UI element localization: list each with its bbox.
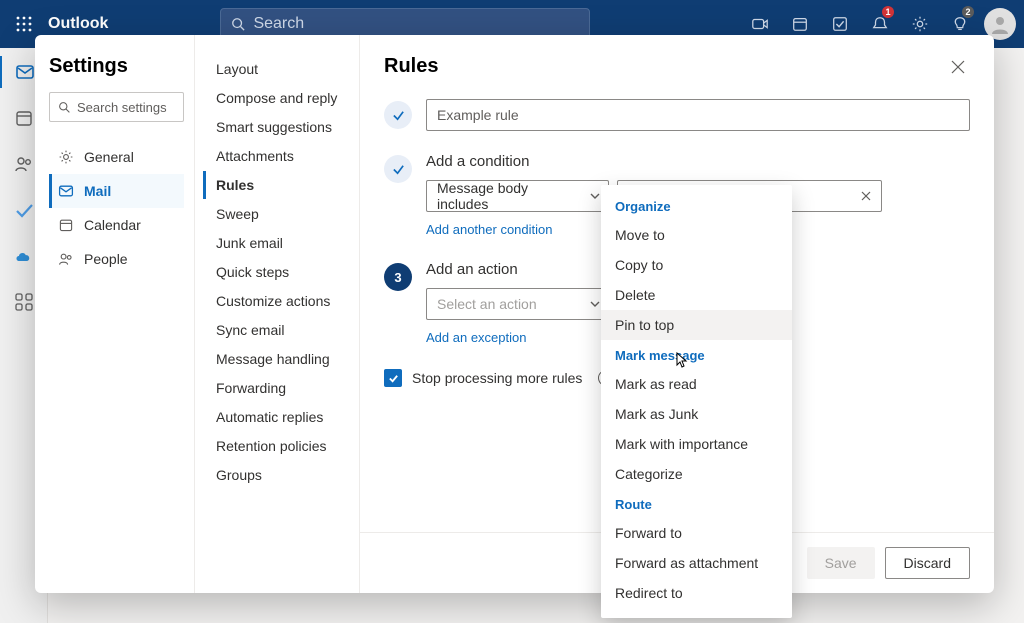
category-calendar[interactable]: Calendar: [49, 208, 184, 242]
step2-check-icon: [384, 155, 412, 183]
step2-title: Add a condition: [426, 153, 970, 170]
add-exception-link[interactable]: Add an exception: [426, 330, 526, 345]
global-search-placeholder: Search: [253, 15, 304, 33]
subsetting-quick-steps[interactable]: Quick steps: [203, 258, 351, 286]
subsetting-customize-actions[interactable]: Customize actions: [203, 287, 351, 315]
subsetting-layout[interactable]: Layout: [203, 55, 351, 83]
add-condition-link[interactable]: Add another condition: [426, 222, 552, 237]
subsetting-rules[interactable]: Rules: [203, 171, 351, 199]
action-dropdown-menu: OrganizeMove toCopy toDeletePin to topMa…: [601, 185, 792, 618]
discard-button[interactable]: Discard: [885, 547, 970, 579]
condition-type-select[interactable]: Message body includes: [426, 180, 609, 212]
search-settings-placeholder: Search settings: [77, 100, 167, 115]
action-select[interactable]: Select an action: [426, 288, 609, 320]
step1-check-icon: [384, 101, 412, 129]
subsetting-sync-email[interactable]: Sync email: [203, 316, 351, 344]
subsetting-retention-policies[interactable]: Retention policies: [203, 432, 351, 460]
subsetting-automatic-replies[interactable]: Automatic replies: [203, 403, 351, 431]
subsetting-message-handling[interactable]: Message handling: [203, 345, 351, 373]
stop-processing-checkbox[interactable]: [384, 369, 402, 387]
chevron-down-icon: [582, 299, 600, 309]
category-general[interactable]: General: [49, 140, 184, 174]
stop-processing-label: Stop processing more rules: [412, 370, 582, 386]
action-item-mark-as-junk[interactable]: Mark as Junk: [601, 399, 792, 429]
subsetting-junk-email[interactable]: Junk email: [203, 229, 351, 257]
action-item-pin-to-top[interactable]: Pin to top: [601, 310, 792, 340]
subsetting-forwarding[interactable]: Forwarding: [203, 374, 351, 402]
step3-number-badge: 3: [384, 263, 412, 291]
action-item-mark-with-importance[interactable]: Mark with importance: [601, 429, 792, 459]
action-group-organize: Organize: [601, 191, 792, 220]
subsetting-compose-and-reply[interactable]: Compose and reply: [203, 84, 351, 112]
action-item-move-to[interactable]: Move to: [601, 220, 792, 250]
app-name: Outlook: [48, 15, 108, 33]
category-mail[interactable]: Mail: [49, 174, 184, 208]
category-people[interactable]: People: [49, 242, 184, 276]
action-item-mark-as-read[interactable]: Mark as read: [601, 369, 792, 399]
rule-name-input[interactable]: [426, 99, 970, 131]
subsetting-smart-suggestions[interactable]: Smart suggestions: [203, 113, 351, 141]
action-item-copy-to[interactable]: Copy to: [601, 250, 792, 280]
mail-subsettings-list: LayoutCompose and replySmart suggestions…: [195, 35, 360, 593]
save-button[interactable]: Save: [807, 547, 875, 579]
chevron-down-icon: [582, 191, 600, 201]
notifications-badge: 1: [882, 6, 894, 18]
app-launcher-icon[interactable]: [8, 8, 40, 40]
clear-condition-icon[interactable]: [861, 191, 871, 201]
action-item-forward-as-attachment[interactable]: Forward as attachment: [601, 548, 792, 578]
subsetting-groups[interactable]: Groups: [203, 461, 351, 489]
subsetting-attachments[interactable]: Attachments: [203, 142, 351, 170]
action-item-delete[interactable]: Delete: [601, 280, 792, 310]
close-icon[interactable]: [946, 55, 970, 79]
tips-badge: 2: [962, 6, 974, 18]
action-item-categorize[interactable]: Categorize: [601, 459, 792, 489]
settings-title: Settings: [49, 55, 184, 78]
action-item-redirect-to[interactable]: Redirect to: [601, 578, 792, 608]
action-item-forward-to[interactable]: Forward to: [601, 518, 792, 548]
settings-categories: Settings Search settings General Mail Ca…: [35, 35, 195, 593]
settings-modal: Settings Search settings General Mail Ca…: [35, 35, 994, 593]
action-group-route: Route: [601, 489, 792, 518]
search-settings-input[interactable]: Search settings: [49, 92, 184, 122]
panel-title: Rules: [384, 55, 946, 78]
subsetting-sweep[interactable]: Sweep: [203, 200, 351, 228]
action-group-mark-message: Mark message: [601, 340, 792, 369]
